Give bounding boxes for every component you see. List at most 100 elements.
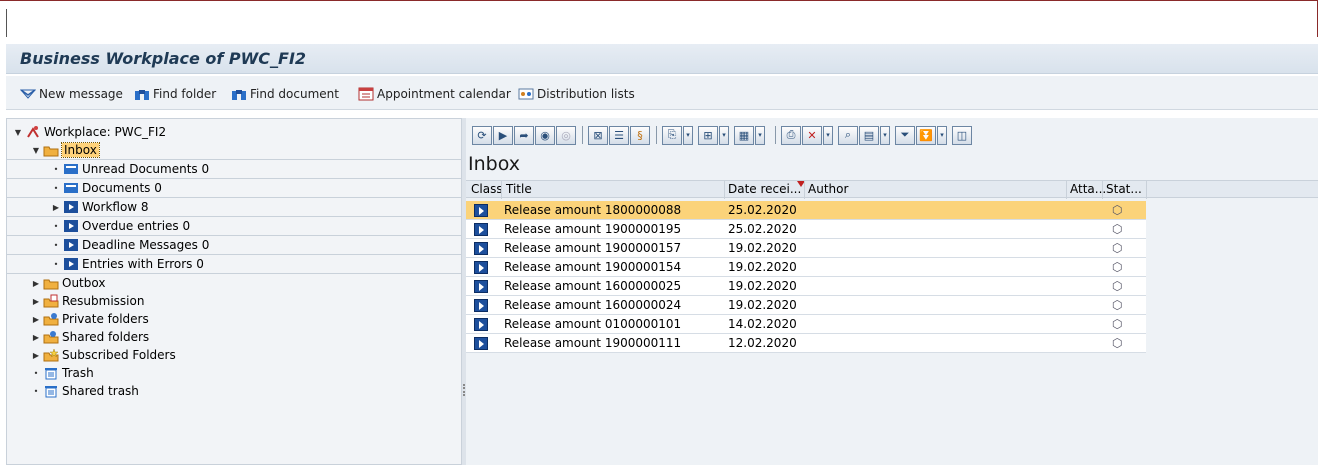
- expand-arrow-icon[interactable]: ▶: [31, 279, 41, 288]
- column-header-attachment[interactable]: Atta...: [1070, 182, 1106, 196]
- splitter-grip[interactable]: [463, 384, 465, 396]
- expand-arrow-icon[interactable]: ▼: [13, 128, 23, 137]
- print-icon[interactable]: ⎙: [781, 125, 801, 145]
- row-title: Release amount 1600000024: [504, 298, 682, 312]
- workflow-item-icon: [474, 318, 488, 331]
- column-icon[interactable]: ▤: [859, 125, 879, 145]
- binoculars-icon: [135, 90, 149, 100]
- tree-item-overdue-entries[interactable]: • Overdue entries 0: [7, 217, 461, 235]
- expand-arrow-icon[interactable]: ▶: [51, 203, 61, 212]
- column-header-date[interactable]: Date recei...: [728, 182, 801, 196]
- details-icon[interactable]: ☰: [609, 125, 629, 145]
- tree-item-inbox[interactable]: ▼ Inbox: [7, 141, 461, 159]
- table-row[interactable]: Release amount 1900000154 19.02.2020 ⬡: [466, 258, 1146, 277]
- tree-item-shared-trash[interactable]: • Shared trash: [7, 382, 461, 400]
- expand-arrow-icon[interactable]: ▼: [31, 146, 41, 155]
- column-header-class[interactable]: Class: [471, 182, 503, 196]
- attachment-icon[interactable]: ⎘: [662, 125, 682, 145]
- cube-icon: ⬡: [1112, 203, 1123, 217]
- execute-icon[interactable]: ▶: [493, 125, 513, 145]
- distribution-lists-label: Distribution lists: [537, 87, 635, 101]
- expand-arrow-icon[interactable]: ▶: [31, 315, 41, 324]
- appointment-calendar-button[interactable]: Appointment calendar: [358, 85, 511, 103]
- column-header-author[interactable]: Author: [808, 182, 848, 196]
- tree-item-private-folders[interactable]: ▶ Private folders: [7, 310, 461, 328]
- binoculars-icon[interactable]: ◫: [952, 125, 972, 145]
- disabled-icon[interactable]: ◎: [556, 125, 576, 145]
- table-row[interactable]: Release amount 1600000025 19.02.2020 ⬡: [466, 277, 1146, 296]
- tree-item-entries-with-errors[interactable]: • Entries with Errors 0: [7, 255, 461, 273]
- sort-icon[interactable]: ⏬: [916, 125, 936, 145]
- toolbar-separator: [775, 126, 776, 144]
- top-frame: [0, 0, 1318, 37]
- dropdown-arrow-icon[interactable]: ▾: [755, 125, 765, 145]
- dropdown-arrow-icon[interactable]: ▾: [683, 125, 693, 145]
- distribution-lists-button[interactable]: Distribution lists: [518, 85, 635, 103]
- tree-item-trash[interactable]: • Trash: [7, 364, 461, 382]
- dropdown-arrow-icon[interactable]: ▾: [719, 125, 729, 145]
- find-icon[interactable]: ⌕: [838, 125, 858, 145]
- column-header-title[interactable]: Title: [506, 182, 532, 196]
- tree-item-label: Shared trash: [62, 384, 139, 398]
- dropdown-arrow-icon[interactable]: ▾: [823, 125, 833, 145]
- refresh-icon[interactable]: ⟳: [472, 125, 492, 145]
- table-row[interactable]: Release amount 1900000195 25.02.2020 ⬡: [466, 220, 1146, 239]
- expand-arrow-icon[interactable]: ▶: [31, 351, 41, 360]
- column-separator[interactable]: [1066, 181, 1067, 199]
- forward-icon[interactable]: ➦: [514, 125, 534, 145]
- table-row[interactable]: Release amount 0100000101 14.02.2020 ⬡: [466, 315, 1146, 334]
- workflow-icon: [64, 239, 78, 251]
- row-title: Release amount 1600000025: [504, 279, 682, 293]
- delete-icon[interactable]: ⊠: [588, 125, 608, 145]
- new-icon[interactable]: ⊞: [698, 125, 718, 145]
- tree-item-workflow[interactable]: ▶ Workflow 8: [7, 198, 461, 216]
- dropdown-arrow-icon[interactable]: ▾: [880, 125, 890, 145]
- subscribed-folder-icon: [43, 348, 59, 362]
- table-row[interactable]: Release amount 1800000088 25.02.2020 ⬡: [466, 201, 1146, 220]
- notes-icon[interactable]: §: [630, 125, 650, 145]
- filter-icon[interactable]: ⏷: [895, 125, 915, 145]
- tree-item-deadline-messages[interactable]: • Deadline Messages 0: [7, 236, 461, 254]
- new-message-button[interactable]: New message: [20, 85, 123, 103]
- cube-icon: ⬡: [1112, 222, 1123, 236]
- workflow-icon: [64, 258, 78, 270]
- tree-item-outbox[interactable]: ▶ Outbox: [7, 274, 461, 292]
- tree-item-subscribed-folders[interactable]: ▶ Subscribed Folders: [7, 346, 461, 364]
- tree-item-label: Deadline Messages 0: [82, 238, 210, 252]
- tree-item-resubmission[interactable]: ▶ Resubmission: [7, 292, 461, 310]
- find-folder-button[interactable]: Find folder: [134, 85, 216, 103]
- column-separator[interactable]: [501, 181, 502, 199]
- column-separator[interactable]: [804, 181, 805, 199]
- tree-item-documents[interactable]: • Documents 0: [7, 179, 461, 197]
- inbox-pane: ⟳ ▶ ➦ ◉ ◎ ⊠ ☰ § ⎘ ▾ ⊞ ▾ ▦ ▾ ⎙ ✕ ▾ ⌕ ▤ ▾ …: [466, 118, 1318, 465]
- table-row[interactable]: Release amount 1900000111 12.02.2020 ⬡: [466, 334, 1146, 353]
- table-header: Class Title Date recei... Author Atta...…: [466, 180, 1318, 199]
- find-document-button[interactable]: Find document: [231, 85, 339, 103]
- table-row[interactable]: Release amount 1900000157 19.02.2020 ⬡: [466, 239, 1146, 258]
- workflow-icon: [64, 220, 78, 232]
- workflow-item-icon: [474, 261, 488, 274]
- export-icon[interactable]: ✕: [802, 125, 822, 145]
- layout-icon[interactable]: ▦: [734, 125, 754, 145]
- workflow-item-icon: [474, 299, 488, 312]
- workflow-icon: [64, 201, 78, 213]
- tree-item-shared-folders[interactable]: ▶ Shared folders: [7, 328, 461, 346]
- expand-arrow-icon[interactable]: ▶: [31, 297, 41, 306]
- leaf-bullet-icon: •: [53, 183, 59, 193]
- tree-item-unread-documents[interactable]: • Unread Documents 0: [7, 160, 461, 178]
- table-row[interactable]: Release amount 1600000024 19.02.2020 ⬡: [466, 296, 1146, 315]
- expand-arrow-icon[interactable]: ▶: [31, 333, 41, 342]
- outbox-folder-icon: [43, 279, 59, 290]
- column-separator[interactable]: [1146, 181, 1147, 199]
- display-icon[interactable]: ◉: [535, 125, 555, 145]
- tree-root[interactable]: ▼ Workplace: PWC_FI2: [7, 123, 461, 141]
- dropdown-arrow-icon[interactable]: ▾: [937, 125, 947, 145]
- cube-icon: ⬡: [1112, 298, 1123, 312]
- tree-item-label: Resubmission: [62, 294, 145, 308]
- column-separator[interactable]: [724, 181, 725, 199]
- row-title: Release amount 0100000101: [504, 317, 682, 331]
- column-header-status[interactable]: Stat...: [1106, 182, 1142, 196]
- folder-tree: ▼ Workplace: PWC_FI2 ▼ Inbox • Unread Do…: [6, 118, 462, 465]
- column-separator[interactable]: [1102, 181, 1103, 199]
- leaf-bullet-icon: •: [33, 368, 39, 378]
